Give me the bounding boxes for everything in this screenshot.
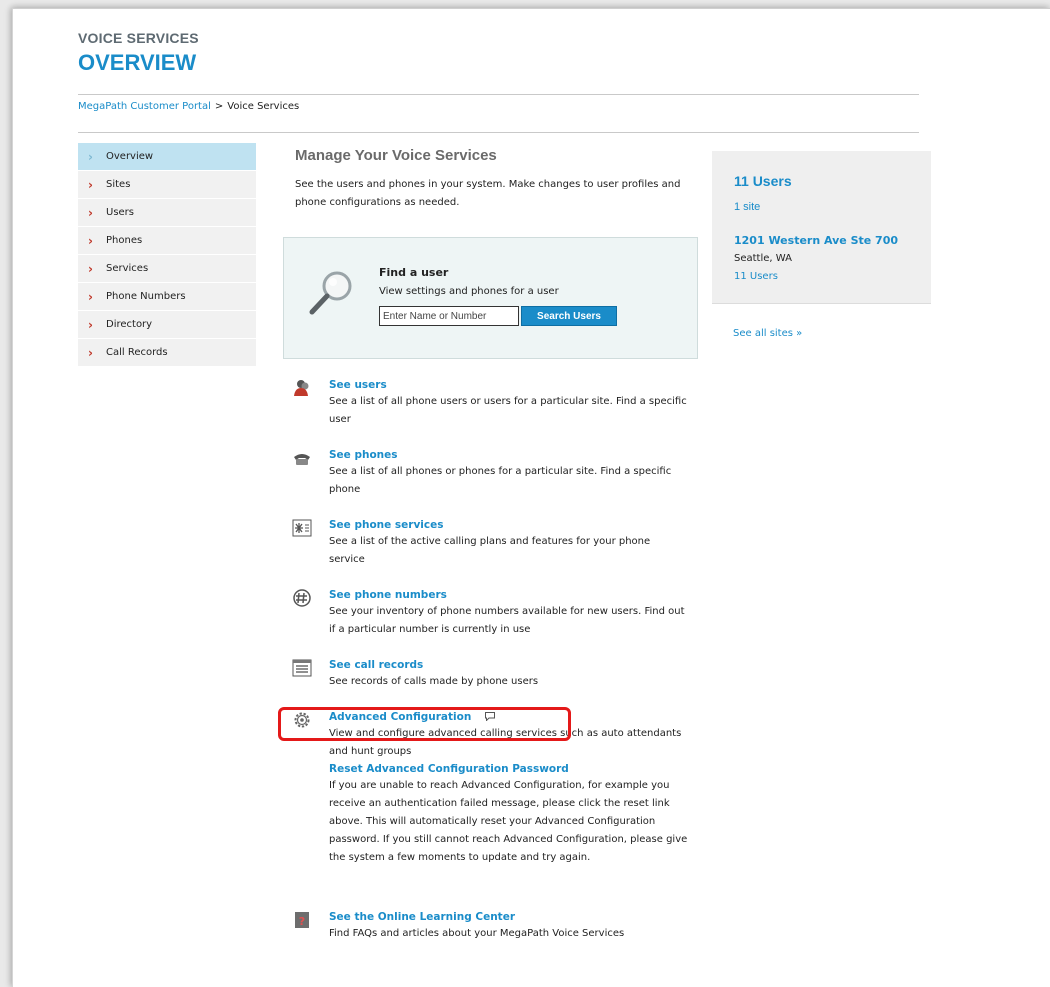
reset-password-link[interactable]: Reset Advanced Configuration Password <box>329 763 569 775</box>
breadcrumb-home-link[interactable]: MegaPath Customer Portal <box>78 101 211 112</box>
chevron-right-icon: › <box>88 345 93 360</box>
breadcrumb-divider <box>78 132 919 133</box>
intro-text: See the users and phones in your system.… <box>295 179 681 208</box>
see-users-link[interactable]: See users <box>329 379 387 391</box>
find-user-title: Find a user <box>379 266 449 279</box>
list-item: See phone services See a list of the act… <box>283 518 698 588</box>
breadcrumb: MegaPath Customer Portal > Voice Services <box>78 101 299 112</box>
sidebar-item-overview[interactable]: › Overview <box>78 143 256 171</box>
sidebar-item-call-records[interactable]: › Call Records <box>78 339 256 367</box>
link-description: View and configure advanced calling serv… <box>329 728 682 757</box>
phone-numbers-icon <box>293 589 311 607</box>
site-count: 1 site <box>734 201 761 213</box>
phone-services-icon <box>292 519 312 537</box>
find-user-description: View settings and phones for a user <box>379 286 559 297</box>
link-description: See a list of all phone users or users f… <box>329 396 687 425</box>
sidebar-item-phone-numbers[interactable]: › Phone Numbers <box>78 283 256 311</box>
reset-description: If you are unable to reach Advanced Conf… <box>329 780 688 863</box>
header-divider <box>78 94 919 95</box>
sidebar-item-label: Sites <box>106 179 131 190</box>
list-item: See phones See a list of all phones or p… <box>283 448 698 518</box>
search-input[interactable] <box>379 306 519 326</box>
chevron-right-icon: › <box>88 177 93 192</box>
site-address-link[interactable]: 1201 Western Ave Ste 700 <box>734 234 898 247</box>
gear-icon <box>294 712 310 728</box>
chevron-right-icon: › <box>88 317 93 332</box>
sidebar-nav: › Overview › Sites › Users › Phones › Service… <box>78 143 256 367</box>
magnifier-icon <box>309 271 352 315</box>
user-count: 11 Users <box>734 173 792 189</box>
see-phone-services-link[interactable]: See phone services <box>329 519 444 531</box>
advanced-configuration-link[interactable]: Advanced Configuration <box>329 711 471 723</box>
link-description: See records of calls made by phone users <box>329 676 539 687</box>
link-description: See your inventory of phone numbers avai… <box>329 606 685 635</box>
svg-text:?: ? <box>299 915 305 928</box>
links-list: See users See a list of all phone users … <box>283 378 698 962</box>
chevron-right-icon: › <box>88 261 93 276</box>
list-item: See call records See records of calls ma… <box>283 658 698 710</box>
sidebar-item-label: Users <box>106 207 135 218</box>
chevron-right-icon: › <box>88 289 93 304</box>
chevron-right-icon: › <box>88 233 93 248</box>
sidebar-item-label: Call Records <box>106 347 168 358</box>
site-summary-panel: 11 Users 1 site 1201 Western Ave Ste 700… <box>712 151 931 303</box>
see-phones-link[interactable]: See phones <box>329 449 398 461</box>
main-heading: Manage Your Voice Services <box>295 147 497 164</box>
side-divider <box>712 303 931 304</box>
see-phone-numbers-link[interactable]: See phone numbers <box>329 589 447 601</box>
section-label: VOICE SERVICES <box>78 30 199 46</box>
link-description: Find FAQs and articles about your MegaPa… <box>329 928 625 939</box>
users-icon <box>294 380 309 396</box>
breadcrumb-current: Voice Services <box>227 101 300 112</box>
main-content: Manage Your Voice Services See the users… <box>283 143 698 939</box>
comment-icon <box>484 712 495 721</box>
list-item: ? See the Online Learning Center Find FA… <box>283 910 698 962</box>
sidebar-item-label: Directory <box>106 319 153 330</box>
link-description: See a list of the active calling plans a… <box>329 536 651 565</box>
page-title: OVERVIEW <box>78 50 197 75</box>
sidebar-item-users[interactable]: › Users <box>78 199 256 227</box>
sidebar-item-label: Phone Numbers <box>106 291 186 302</box>
call-records-icon <box>292 659 312 677</box>
online-learning-center-link[interactable]: See the Online Learning Center <box>329 911 515 923</box>
sidebar-item-services[interactable]: › Services <box>78 255 256 283</box>
sidebar-item-sites[interactable]: › Sites <box>78 171 256 199</box>
chevron-right-icon: › <box>88 205 93 220</box>
sidebar-item-directory[interactable]: › Directory <box>78 311 256 339</box>
find-user-panel: Find a user View settings and phones for… <box>283 237 698 359</box>
list-item: Advanced Configuration View and configur… <box>283 710 698 910</box>
sidebar-item-phones[interactable]: › Phones <box>78 227 256 255</box>
list-item: See phone numbers See your inventory of … <box>283 588 698 658</box>
see-all-sites-link[interactable]: See all sites » <box>733 328 802 339</box>
phone-icon <box>294 454 310 465</box>
chevron-right-icon: › <box>88 149 93 164</box>
breadcrumb-separator: > <box>214 101 224 112</box>
help-icon: ? <box>295 912 309 928</box>
see-call-records-link[interactable]: See call records <box>329 659 423 671</box>
search-users-button[interactable]: Search Users <box>521 306 617 326</box>
link-description: See a list of all phones or phones for a… <box>329 466 672 495</box>
site-users-link[interactable]: 11 Users <box>734 271 778 282</box>
sidebar-item-label: Overview <box>106 151 154 162</box>
sidebar-item-label: Services <box>106 263 149 274</box>
sidebar-item-label: Phones <box>106 235 143 246</box>
site-city: Seattle, WA <box>734 253 792 264</box>
list-item: See users See a list of all phone users … <box>283 378 698 448</box>
